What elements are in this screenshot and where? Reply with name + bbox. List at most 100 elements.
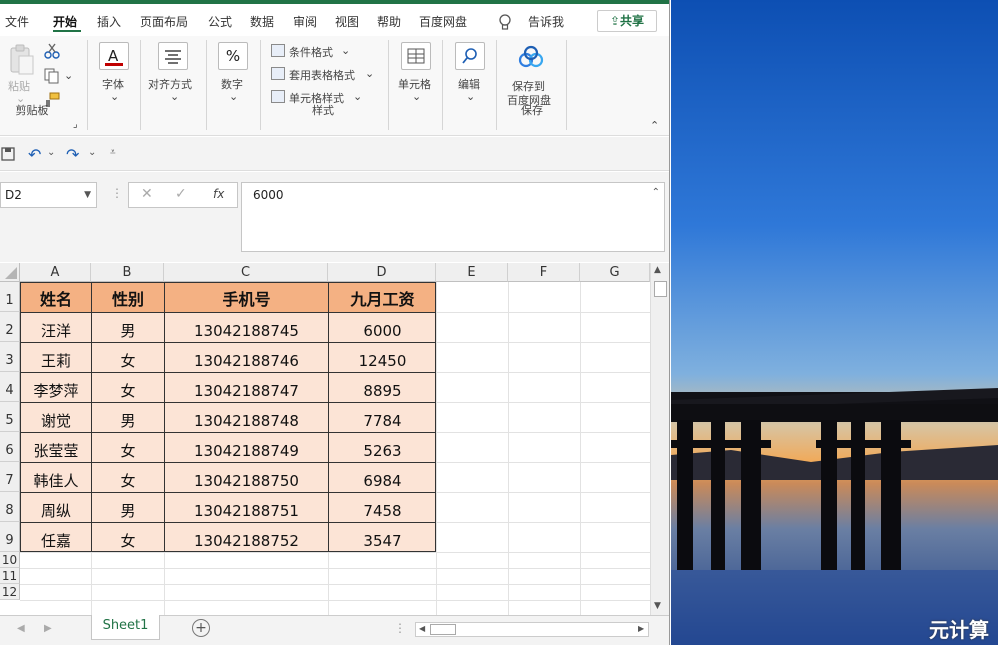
- horizontal-scrollbar[interactable]: ◀ ▶: [415, 622, 649, 637]
- number-dropdown-icon[interactable]: ⌄: [229, 90, 238, 103]
- tab-help[interactable]: 帮助: [377, 13, 401, 30]
- data-cell[interactable]: 女: [92, 463, 164, 492]
- column-header[interactable]: E: [436, 263, 508, 282]
- conditional-format-dropdown-icon[interactable]: ⌄: [341, 44, 350, 57]
- data-cell[interactable]: 男: [92, 403, 164, 432]
- data-cell[interactable]: 12450: [329, 343, 436, 372]
- cells-icon[interactable]: [401, 42, 431, 70]
- enter-icon[interactable]: ✓: [175, 186, 187, 202]
- baidu-cloud-icon[interactable]: [516, 44, 546, 72]
- tab-insert[interactable]: 插入: [97, 13, 121, 30]
- row-header[interactable]: 7: [0, 462, 20, 492]
- prev-sheet-icon[interactable]: ◀: [17, 623, 25, 634]
- alignment-dropdown-icon[interactable]: ⌄: [170, 90, 179, 103]
- tab-data[interactable]: 数据: [250, 13, 274, 30]
- select-all-corner[interactable]: [0, 263, 20, 282]
- undo-icon[interactable]: ↶: [28, 145, 41, 164]
- data-cell[interactable]: 5263: [329, 433, 436, 462]
- cancel-icon[interactable]: ✕: [141, 186, 153, 202]
- cell-styles-icon[interactable]: [271, 90, 285, 103]
- data-cell[interactable]: 谢觉: [21, 403, 91, 432]
- data-cell[interactable]: 汪洋: [21, 313, 91, 342]
- data-cell[interactable]: 3547: [329, 523, 436, 552]
- data-cell[interactable]: 6984: [329, 463, 436, 492]
- cell-styles-dropdown-icon[interactable]: ⌄: [353, 90, 362, 103]
- column-header[interactable]: D: [328, 263, 436, 282]
- header-cell[interactable]: 手机号: [165, 283, 328, 312]
- spreadsheet-grid[interactable]: ABCDEFG 1 2 3 4 5 6 7 8 9 10 11 12 姓名 性别 手机号 九月工资 汪洋男 13…: [0, 263, 651, 615]
- column-header[interactable]: G: [580, 263, 650, 282]
- name-box[interactable]: D2 ▼: [0, 182, 97, 208]
- copy-icon[interactable]: [44, 68, 60, 84]
- vertical-scroll-thumb[interactable]: [654, 281, 667, 297]
- data-cell[interactable]: 13042188749: [165, 433, 328, 462]
- vertical-scrollbar[interactable]: ▲ ▼: [650, 263, 669, 615]
- data-cell[interactable]: 女: [92, 343, 164, 372]
- conditional-format-button[interactable]: 条件格式: [289, 44, 333, 60]
- scroll-right-icon[interactable]: ▶: [638, 624, 644, 633]
- cells-dropdown-icon[interactable]: ⌄: [412, 90, 421, 103]
- tab-file[interactable]: 文件: [5, 13, 29, 30]
- add-sheet-icon[interactable]: +: [192, 619, 210, 637]
- data-cell[interactable]: 13042188751: [165, 493, 328, 522]
- collapse-ribbon-icon[interactable]: ⌃: [650, 119, 659, 132]
- row-header[interactable]: 1: [0, 282, 20, 312]
- expand-formula-icon[interactable]: ⌃: [652, 187, 660, 198]
- clipboard-launcher-icon[interactable]: ⌟: [73, 119, 78, 130]
- redo-icon[interactable]: ↷: [66, 145, 79, 164]
- data-cell[interactable]: 女: [92, 523, 164, 552]
- row-header[interactable]: 9: [0, 522, 20, 552]
- column-header[interactable]: C: [164, 263, 328, 282]
- percent-icon[interactable]: %: [218, 42, 248, 70]
- data-cell[interactable]: 7458: [329, 493, 436, 522]
- data-cell[interactable]: 13042188746: [165, 343, 328, 372]
- format-as-table-button[interactable]: 套用表格格式: [289, 67, 355, 83]
- format-as-table-icon[interactable]: [271, 67, 285, 80]
- copy-dropdown-icon[interactable]: ⌄: [64, 69, 73, 82]
- scroll-down-icon[interactable]: ▼: [654, 601, 661, 611]
- share-button[interactable]: ⇪共享: [597, 10, 657, 32]
- row-header[interactable]: 10: [0, 552, 20, 568]
- column-header[interactable]: B: [91, 263, 164, 282]
- format-as-table-dropdown-icon[interactable]: ⌄: [365, 67, 374, 80]
- data-cell[interactable]: 韩佳人: [21, 463, 91, 492]
- align-icon[interactable]: [158, 42, 188, 70]
- column-header[interactable]: F: [508, 263, 580, 282]
- row-header[interactable]: 8: [0, 492, 20, 522]
- data-cell[interactable]: 13042188752: [165, 523, 328, 552]
- header-cell[interactable]: 姓名: [21, 283, 91, 312]
- sheet-tab-sheet1[interactable]: Sheet1: [91, 615, 160, 640]
- tab-review[interactable]: 审阅: [293, 13, 317, 30]
- column-header[interactable]: A: [20, 263, 91, 282]
- conditional-format-icon[interactable]: [271, 44, 285, 57]
- insert-function-icon[interactable]: fx: [213, 187, 224, 201]
- customize-qat-icon[interactable]: ⩡: [110, 147, 116, 158]
- formula-input[interactable]: 6000 ⌃: [241, 182, 665, 252]
- data-cell[interactable]: 7784: [329, 403, 436, 432]
- row-header[interactable]: 4: [0, 372, 20, 402]
- row-header[interactable]: 5: [0, 402, 20, 432]
- paste-icon[interactable]: [9, 44, 35, 76]
- data-cell[interactable]: 13042188745: [165, 313, 328, 342]
- data-cell[interactable]: 6000: [329, 313, 436, 342]
- tab-formulas[interactable]: 公式: [208, 13, 232, 30]
- row-header[interactable]: 6: [0, 432, 20, 462]
- data-cell[interactable]: 13042188747: [165, 373, 328, 402]
- font-icon[interactable]: A: [99, 42, 129, 70]
- save-icon[interactable]: [1, 147, 15, 161]
- data-cell[interactable]: 李梦萍: [21, 373, 91, 402]
- row-header[interactable]: 2: [0, 312, 20, 342]
- cut-icon[interactable]: [44, 43, 60, 59]
- data-cell[interactable]: 8895: [329, 373, 436, 402]
- editing-dropdown-icon[interactable]: ⌄: [466, 90, 475, 103]
- row-header[interactable]: 11: [0, 568, 20, 584]
- header-cell[interactable]: 性别: [92, 283, 164, 312]
- undo-dropdown-icon[interactable]: ⌄: [47, 147, 55, 158]
- data-cell[interactable]: 13042188750: [165, 463, 328, 492]
- row-header[interactable]: 12: [0, 584, 20, 600]
- scroll-left-icon[interactable]: ◀: [419, 624, 425, 633]
- scroll-up-icon[interactable]: ▲: [654, 265, 661, 275]
- data-cell[interactable]: 女: [92, 373, 164, 402]
- data-cell[interactable]: 男: [92, 493, 164, 522]
- data-cell[interactable]: 王莉: [21, 343, 91, 372]
